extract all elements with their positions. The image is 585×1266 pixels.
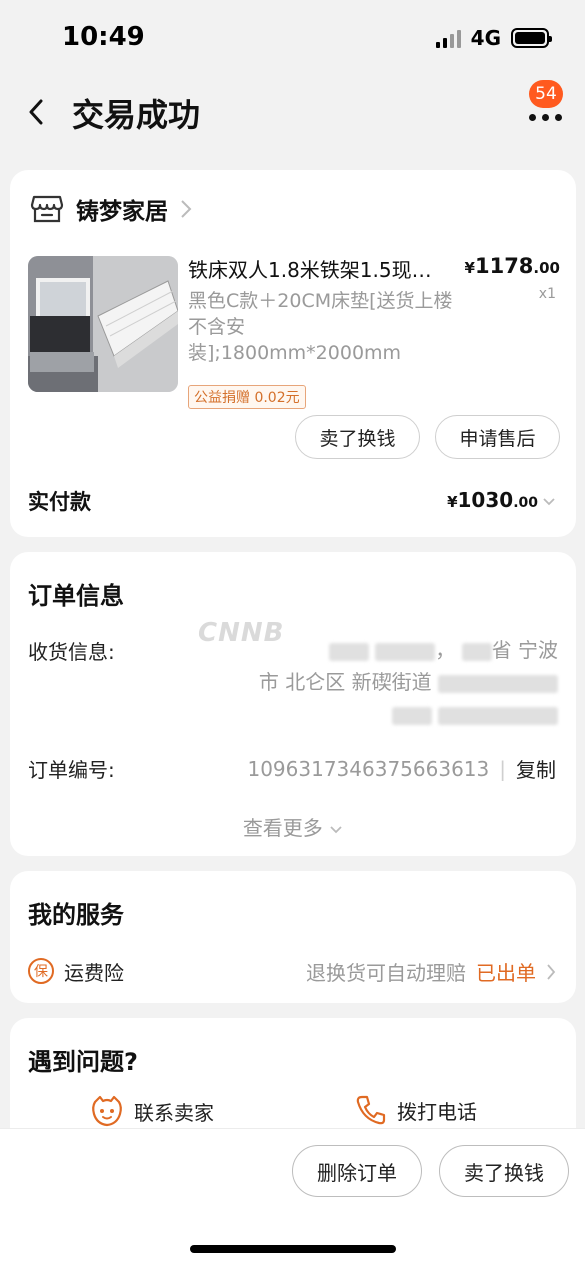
help-title: 遇到问题? <box>28 1048 138 1076</box>
contact-seller-button[interactable]: 联系卖家 <box>90 1094 214 1128</box>
insurance-status: 已出单 <box>476 961 536 985</box>
separator: | <box>499 756 506 781</box>
order-number-row: 1096317346375663613 | 复制 <box>247 754 556 783</box>
nav-bar: 交易成功 <box>0 80 585 146</box>
order-info-title: 订单信息 <box>28 582 124 610</box>
shop-link[interactable]: 铸梦家居 <box>30 192 192 226</box>
product-sku: 黑色C款＋20CM床垫[送货上楼不含安装];1800mm*2000mm <box>188 290 453 364</box>
back-button[interactable] <box>18 92 54 132</box>
network-label: 4G <box>470 26 501 50</box>
address-province: 省 宁波 <box>491 638 558 662</box>
copy-button[interactable]: 复制 <box>516 754 556 783</box>
price-decimal: .00 <box>533 259 560 277</box>
chevron-right-icon <box>181 200 192 218</box>
chevron-left-icon <box>29 99 43 125</box>
call-phone-button[interactable]: 拨打电话 <box>355 1094 477 1126</box>
product-quantity: x1 <box>538 286 556 302</box>
sell-button[interactable]: 卖了换钱 <box>295 415 420 459</box>
paid-currency: ¥ <box>447 493 458 511</box>
status-icons: 4G <box>435 26 552 50</box>
price-currency: ¥ <box>464 259 475 277</box>
receiver-label: 收货信息: <box>28 640 115 664</box>
page-title: 交易成功 <box>72 96 201 134</box>
shop-icon <box>30 195 64 223</box>
message-count-badge: 54 <box>529 80 563 108</box>
product-title[interactable]: 铁床双人1.8米铁架1.5现… <box>188 254 466 283</box>
see-more-button[interactable]: 查看更多 <box>10 812 576 841</box>
insurance-icon: 保 <box>28 958 54 984</box>
paid-label: 实付款 <box>28 490 91 514</box>
see-more-label: 查看更多 <box>242 816 323 840</box>
address-district: 市 北仑区 新碶街道 <box>258 670 432 694</box>
contact-seller-label: 联系卖家 <box>134 1100 214 1125</box>
chevron-down-icon <box>330 826 342 834</box>
services-title: 我的服务 <box>28 901 124 929</box>
status-bar: 10:49 4G <box>0 0 585 80</box>
price-integer: 1178 <box>474 254 534 278</box>
order-info-card: 订单信息 收货信息: CNNB ， 省 宁波 市 北仑区 新碶街道 订单编号: … <box>10 552 576 856</box>
phone-icon <box>356 1095 386 1125</box>
shipping-insurance-detail[interactable]: 退换货可自动理赔 已出单 <box>306 957 556 986</box>
chevron-right-icon <box>547 963 556 980</box>
seller-chat-icon <box>92 1095 122 1127</box>
shipping-insurance-label: 运费险 <box>64 961 124 985</box>
order-number-label: 订单编号: <box>28 758 115 782</box>
signal-icon <box>435 28 461 48</box>
receiver-address: ， 省 宁波 市 北仑区 新碶街道 <box>198 634 558 730</box>
delete-order-button[interactable]: 删除订单 <box>292 1145 422 1197</box>
order-number: 1096317346375663613 <box>247 756 490 781</box>
product-image[interactable] <box>28 256 178 392</box>
charity-tag: 公益捐赠 0.02元 <box>188 385 306 409</box>
home-indicator[interactable] <box>190 1245 396 1253</box>
call-phone-label: 拨打电话 <box>397 1099 477 1124</box>
insurance-description: 退换货可自动理赔 <box>306 961 466 985</box>
paid-decimal: .00 <box>513 495 538 511</box>
after-sale-button[interactable]: 申请售后 <box>435 415 560 459</box>
product-price: ¥1178.00 <box>465 254 560 278</box>
status-time: 10:49 <box>62 22 145 52</box>
product-card: 铸梦家居 铁床双人1.8米铁架1.5现… ¥1178.00 x1 黑色C款＋20… <box>10 170 576 537</box>
paid-amount[interactable]: ¥1030.00 <box>447 488 556 512</box>
sell-bottom-button[interactable]: 卖了换钱 <box>439 1145 569 1197</box>
battery-icon <box>511 28 552 48</box>
chevron-down-icon <box>543 498 555 506</box>
more-dots-icon <box>529 114 562 121</box>
shop-name: 铸梦家居 <box>76 199 168 225</box>
bottom-action-bar: 删除订单 卖了换钱 <box>0 1128 585 1266</box>
paid-integer: 1030 <box>457 488 514 512</box>
services-card: 我的服务 保 运费险 退换货可自动理赔 已出单 <box>10 871 576 1003</box>
